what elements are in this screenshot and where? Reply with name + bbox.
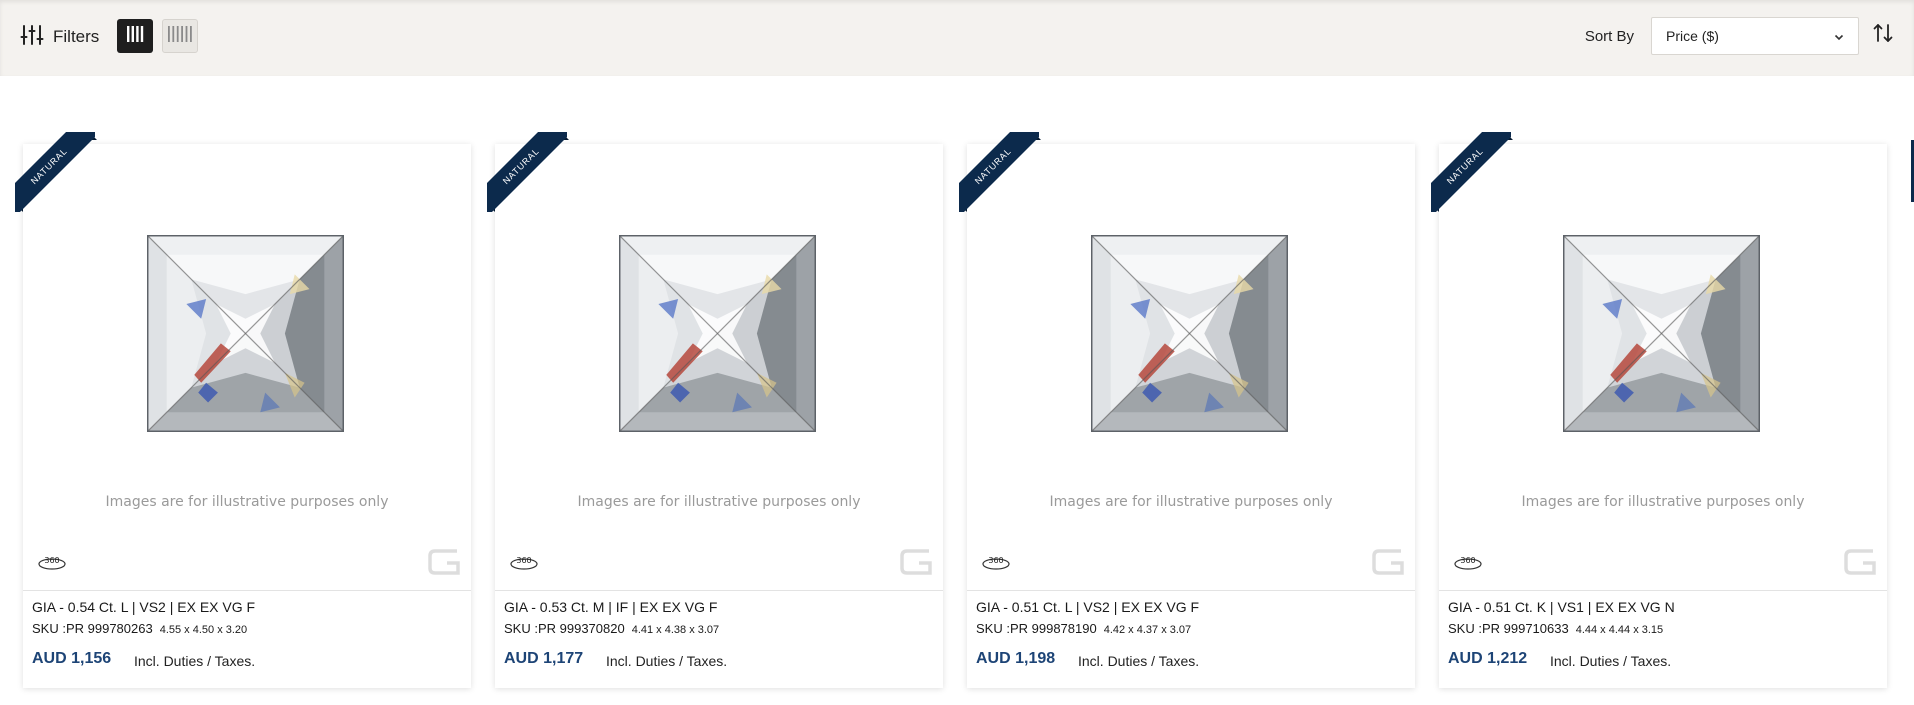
sort-by-label: Sort By [1584, 28, 1634, 45]
diamond-image [1091, 235, 1288, 432]
filters-button[interactable]: Filters [20, 22, 99, 52]
diamond-image [1563, 235, 1760, 432]
product-card[interactable]: NATURAL Images are for illustrative purp… [959, 132, 1415, 688]
duties-note: Incl. Duties / Taxes. [1550, 653, 1672, 669]
gia-logo-icon [900, 549, 932, 575]
product-price: AUD 1,212 [1448, 650, 1528, 667]
card-divider [1439, 590, 1887, 591]
product-sku: SKU :PR 999780263 4.55 x 4.50 x 3.20 [32, 621, 247, 636]
ribbon-label: NATURAL [487, 132, 567, 212]
product-price: AUD 1,198 [976, 650, 1056, 667]
sku-text: SKU :PR 999878190 [976, 621, 1097, 636]
listing-toolbar: Filters Sort By Price ($) [0, 0, 1914, 76]
card-divider [23, 590, 471, 591]
gia-logo-icon [428, 549, 460, 575]
gia-logo-icon [1372, 549, 1404, 575]
ribbon-label: NATURAL [1431, 132, 1511, 212]
duties-note: Incl. Duties / Taxes. [1078, 653, 1200, 669]
duties-note: Incl. Duties / Taxes. [606, 653, 728, 669]
product-sku: SKU :PR 999710633 4.44 x 4.44 x 3.15 [1448, 621, 1663, 636]
sort-arrows-icon [1872, 22, 1894, 49]
product-dimensions: 4.55 x 4.50 x 3.20 [159, 624, 248, 636]
sliders-icon [20, 23, 44, 52]
view-360-icon[interactable]: 360 [981, 551, 1011, 573]
ribbon-label: NATURAL [959, 132, 1039, 212]
view-360-label: 360 [988, 556, 1003, 565]
sku-text: SKU :PR 999780263 [32, 621, 153, 636]
product-dimensions: 4.41 x 4.38 x 3.07 [631, 624, 720, 636]
duties-note: Incl. Duties / Taxes. [134, 653, 256, 669]
image-disclaimer: Images are for illustrative purposes onl… [577, 494, 861, 510]
grid-6-columns-icon [167, 25, 193, 47]
sort-select[interactable]: Price ($) [1651, 17, 1859, 55]
product-sku: SKU :PR 999878190 4.42 x 4.37 x 3.07 [976, 621, 1191, 636]
sort-selected-value: Price ($) [1666, 28, 1719, 44]
natural-ribbon: NATURAL [1431, 132, 1511, 212]
product-title: GIA - 0.51 Ct. K | VS1 | EX EX VG N [1448, 599, 1675, 615]
gia-logo-icon [1844, 549, 1876, 575]
natural-ribbon: NATURAL [487, 132, 567, 212]
image-disclaimer: Images are for illustrative purposes onl… [1521, 494, 1805, 510]
natural-ribbon: NATURAL [959, 132, 1039, 212]
product-title: GIA - 0.54 Ct. L | VS2 | EX EX VG F [32, 599, 256, 615]
view-360-label: 360 [1460, 556, 1475, 565]
natural-ribbon: NATURAL [15, 132, 95, 212]
card-divider [967, 590, 1415, 591]
product-title: GIA - 0.51 Ct. L | VS2 | EX EX VG F [976, 599, 1200, 615]
grid-4-columns-icon [126, 25, 144, 47]
view-360-icon[interactable]: 360 [509, 551, 539, 573]
product-title: GIA - 0.53 Ct. M | IF | EX EX VG F [504, 599, 718, 615]
grid-view-4-button[interactable] [117, 19, 153, 53]
product-card[interactable]: NATURAL Images are for illustrative purp… [1431, 132, 1887, 688]
product-card[interactable]: NATURAL Images are for illustrative purp… [15, 132, 471, 688]
ribbon-label: NATURAL [15, 132, 95, 212]
product-price: AUD 1,177 [504, 650, 584, 667]
product-sku: SKU :PR 999370820 4.41 x 4.38 x 3.07 [504, 621, 719, 636]
sort-direction-button[interactable] [1870, 20, 1896, 50]
product-dimensions: 4.42 x 4.37 x 3.07 [1103, 624, 1192, 636]
diamond-image [619, 235, 816, 432]
view-360-icon[interactable]: 360 [37, 551, 67, 573]
chevron-down-icon [1833, 30, 1845, 46]
product-price: AUD 1,156 [32, 650, 112, 667]
view-360-icon[interactable]: 360 [1453, 551, 1483, 573]
product-dimensions: 4.44 x 4.44 x 3.15 [1575, 624, 1664, 636]
view-360-label: 360 [516, 556, 531, 565]
diamond-image [147, 235, 344, 432]
product-card[interactable]: NATURAL Images are for illustrative purp… [487, 132, 943, 688]
image-disclaimer: Images are for illustrative purposes onl… [105, 494, 389, 510]
filters-label: Filters [53, 27, 100, 46]
view-360-label: 360 [44, 556, 59, 565]
card-divider [495, 590, 943, 591]
image-disclaimer: Images are for illustrative purposes onl… [1049, 494, 1333, 510]
sku-text: SKU :PR 999370820 [504, 621, 625, 636]
sku-text: SKU :PR 999710633 [1448, 621, 1569, 636]
grid-view-6-button[interactable] [162, 19, 198, 53]
